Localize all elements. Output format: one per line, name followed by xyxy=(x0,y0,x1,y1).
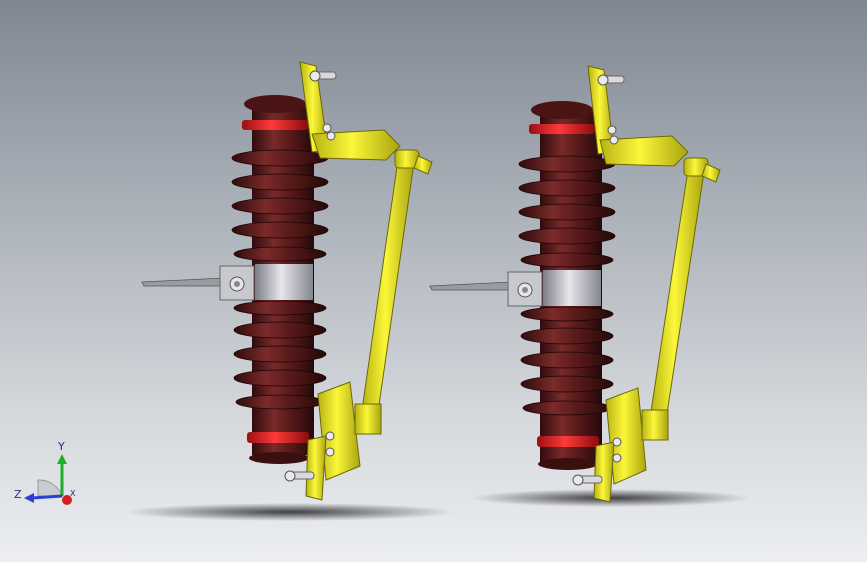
mounting-rod xyxy=(429,281,513,291)
nut-icon xyxy=(522,287,528,293)
cutout-fuse-left[interactable] xyxy=(141,61,433,501)
y-axis-arrow-icon xyxy=(57,454,67,464)
top-arm xyxy=(311,129,401,161)
insulator-top xyxy=(531,101,593,119)
bolt-head-icon xyxy=(309,70,321,82)
nut-icon xyxy=(234,281,240,287)
bolt-head-icon xyxy=(325,431,335,441)
mounting-rod xyxy=(141,277,225,287)
bolt-head-icon xyxy=(609,135,619,145)
insulator-top xyxy=(244,95,306,113)
bolt-head-icon xyxy=(612,453,622,463)
cad-model-scene[interactable] xyxy=(0,0,867,562)
coordinate-triad[interactable]: Y Z X xyxy=(10,438,90,514)
floor-shadow xyxy=(125,503,455,521)
bolt-head-icon xyxy=(572,474,584,486)
bolt-head-icon xyxy=(607,125,617,135)
red-band xyxy=(247,432,309,443)
cad-viewport[interactable]: Y Z X xyxy=(0,0,867,562)
z-axis-label: Z xyxy=(14,488,22,501)
insulator-bottom xyxy=(538,458,598,470)
bottom-plate xyxy=(305,435,327,501)
red-band xyxy=(242,120,308,130)
x-axis-label: X xyxy=(70,489,76,498)
insulator-bottom xyxy=(249,452,309,464)
y-axis-label: Y xyxy=(57,440,65,453)
tube-socket xyxy=(641,409,669,441)
bolt-head-icon xyxy=(612,437,622,447)
bolt-head-icon xyxy=(326,131,336,141)
triad-base-icon xyxy=(37,479,63,497)
fuse-hook xyxy=(413,155,433,175)
bolt-head-icon xyxy=(284,470,296,482)
red-band xyxy=(529,124,595,134)
bolt-head-icon xyxy=(325,447,335,457)
fuse-hook xyxy=(701,163,721,183)
bolt-head-icon xyxy=(597,74,609,86)
fuse-tube xyxy=(649,169,705,421)
cutout-fuse-right[interactable] xyxy=(429,65,721,503)
bolt-head-icon xyxy=(322,123,332,133)
mid-clamp xyxy=(255,264,313,300)
mid-clamp xyxy=(543,270,601,306)
tube-socket xyxy=(354,403,382,435)
bottom-plate xyxy=(593,441,615,503)
z-axis-line xyxy=(31,494,63,500)
red-band xyxy=(537,436,599,447)
fuse-tube xyxy=(361,159,415,413)
z-axis-arrow-icon xyxy=(24,493,34,503)
